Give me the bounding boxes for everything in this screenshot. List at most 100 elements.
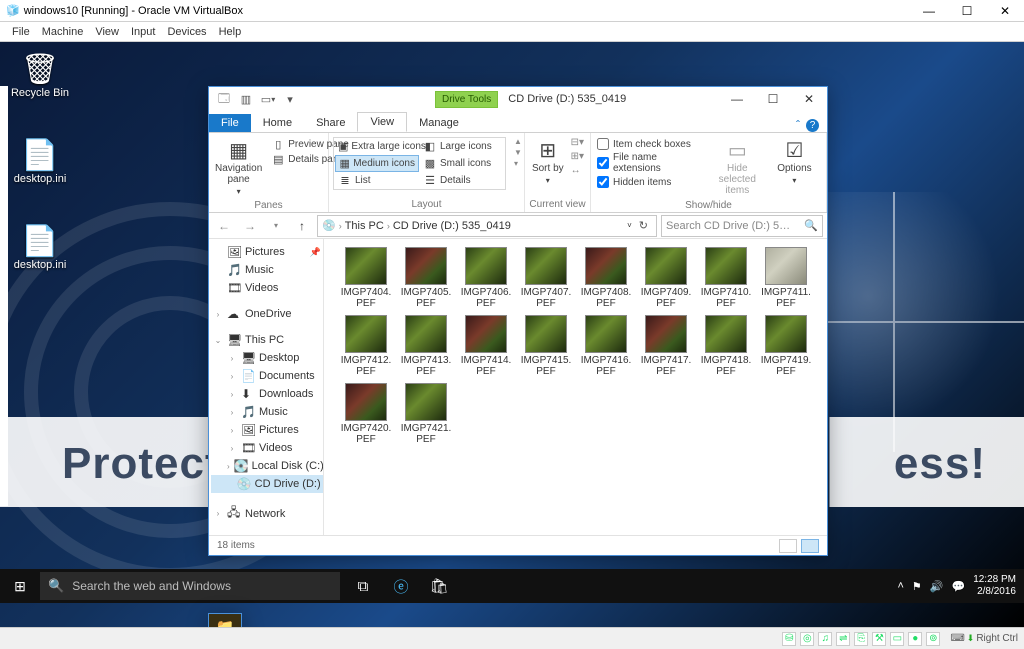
nav-cd-drive-d[interactable]: 💿CD Drive (D:) 535_0419	[211, 475, 323, 493]
explorer-minimize-button[interactable]: —	[719, 88, 755, 110]
file-item[interactable]: IMGP7414.PEF	[458, 315, 514, 377]
nav-recent-button[interactable]: ▾	[265, 215, 287, 237]
collapse-icon[interactable]: ⌄	[213, 336, 223, 345]
file-item[interactable]: IMGP7413.PEF	[398, 315, 454, 377]
nav-local-disk-c[interactable]: ›💽Local Disk (C:)	[211, 457, 323, 475]
nav-network[interactable]: ›🖧Network	[211, 501, 323, 526]
navigation-pane-button[interactable]: ▦ Navigation pane ▾	[215, 137, 262, 196]
vbox-menu-file[interactable]: File	[12, 26, 30, 38]
ribbon-collapse-icon[interactable]: ˆ	[796, 118, 800, 132]
file-item[interactable]: IMGP7412.PEF	[338, 315, 394, 377]
address-history-icon[interactable]: ˅	[627, 221, 632, 230]
navigation-pane[interactable]: 🖼Pictures📌 🎵Music 🎞Videos ›☁OneDrive ⌄🖥T…	[209, 239, 324, 535]
file-item[interactable]: IMGP7407.PEF	[518, 247, 574, 309]
file-item[interactable]: IMGP7405.PEF	[398, 247, 454, 309]
chevron-right-icon[interactable]: ›	[339, 221, 342, 231]
file-item[interactable]: IMGP7408.PEF	[578, 247, 634, 309]
search-icon[interactable]: 🔍	[804, 219, 818, 232]
vbox-hostkey-indicator[interactable]: ⌨⬇Right Ctrl	[950, 633, 1018, 644]
address-bar[interactable]: 💿 › This PC › CD Drive (D:) 535_0419 ˅ ↻	[317, 215, 657, 237]
group-by-icon[interactable]: ⊟▾	[571, 137, 584, 148]
tray-action-center-icon[interactable]: ⚑	[912, 580, 922, 593]
nav-music[interactable]: ›🎵Music	[211, 403, 323, 421]
nav-this-pc[interactable]: ⌄🖥This PC	[211, 331, 323, 349]
file-name-extensions-toggle[interactable]: File name extensions	[597, 151, 706, 175]
file-item[interactable]: IMGP7417.PEF	[638, 315, 694, 377]
file-item[interactable]: IMGP7409.PEF	[638, 247, 694, 309]
system-tray[interactable]: ˄ ⚑ 🔊 💬 12:28 PM 2/8/2016	[897, 574, 1024, 598]
options-button[interactable]: ☑ Options ▾	[769, 137, 820, 185]
nav-back-button[interactable]: ←	[213, 215, 235, 237]
file-ext-checkbox[interactable]	[597, 157, 609, 169]
qat-properties-icon[interactable]: ▥	[237, 90, 255, 108]
details-view-button[interactable]	[779, 539, 797, 553]
files-area[interactable]: IMGP7404.PEFIMGP7405.PEFIMGP7406.PEFIMGP…	[324, 239, 827, 535]
vbox-optical-led-icon[interactable]: ◎	[800, 632, 814, 646]
vbox-display-led-icon[interactable]: ▭	[890, 632, 904, 646]
nav-music[interactable]: 🎵Music	[211, 261, 323, 279]
file-explorer-window[interactable]: 🗔 ▥ ▭▾ ▾ Drive Tools CD Drive (D:) 535_0…	[208, 86, 828, 556]
start-button[interactable]: ⊞	[0, 578, 40, 595]
desktop-icon-recycle-bin[interactable]: 🗑 Recycle Bin	[8, 52, 72, 99]
qat-newfolder-icon[interactable]: ▭▾	[259, 90, 277, 108]
file-item[interactable]: IMGP7418.PEF	[698, 315, 754, 377]
task-view-button[interactable]: ⧉	[346, 572, 380, 600]
vbox-cpu-led-icon[interactable]: ⊚	[926, 632, 940, 646]
tray-volume-icon[interactable]: 🔊	[930, 580, 944, 593]
layout-scroll-down-icon[interactable]: ▼	[514, 148, 522, 157]
layout-list[interactable]: ≣List	[335, 173, 419, 188]
add-columns-icon[interactable]: ⊞▾	[571, 151, 584, 162]
desktop-icon-file[interactable]: 📄 desktop.ini	[8, 138, 72, 185]
chevron-right-icon[interactable]: ›	[387, 221, 390, 231]
help-icon[interactable]: ?	[806, 119, 819, 132]
vbox-maximize-button[interactable]: ☐	[948, 0, 986, 22]
pin-icon[interactable]: 📌	[310, 247, 321, 258]
taskbar-file-explorer[interactable]: 📁	[208, 613, 242, 627]
layout-medium[interactable]: ▦Medium icons	[335, 155, 419, 172]
layout-details[interactable]: ☰Details	[420, 173, 504, 188]
refresh-icon[interactable]: ↻	[635, 219, 652, 232]
explorer-close-button[interactable]: ✕	[791, 88, 827, 110]
file-item[interactable]: IMGP7410.PEF	[698, 247, 754, 309]
file-item[interactable]: IMGP7411.PEF	[758, 247, 814, 309]
item-check-checkbox[interactable]	[597, 138, 609, 150]
vbox-shared-led-icon[interactable]: ⚒	[872, 632, 886, 646]
taskbar-clock[interactable]: 12:28 PM 2/8/2016	[973, 574, 1016, 598]
vbox-hdd-led-icon[interactable]: ⛁	[782, 632, 796, 646]
breadcrumb-location[interactable]: CD Drive (D:) 535_0419	[393, 220, 511, 232]
nav-desktop[interactable]: ›🖥Desktop	[211, 349, 323, 367]
explorer-titlebar[interactable]: 🗔 ▥ ▭▾ ▾ Drive Tools CD Drive (D:) 535_0…	[209, 87, 827, 111]
file-item[interactable]: IMGP7421.PEF	[398, 383, 454, 445]
file-item[interactable]: IMGP7419.PEF	[758, 315, 814, 377]
vbox-menu-view[interactable]: View	[95, 26, 119, 38]
file-item[interactable]: IMGP7420.PEF	[338, 383, 394, 445]
nav-downloads[interactable]: ›⬇Downloads	[211, 385, 323, 403]
layout-gallery[interactable]: ▣Extra large icons ◧Large icons ▦Medium …	[333, 137, 506, 190]
tab-share[interactable]: Share	[304, 114, 357, 132]
vbox-menu-devices[interactable]: Devices	[167, 26, 206, 38]
layout-extra-large[interactable]: ▣Extra large icons	[335, 139, 419, 154]
nav-onedrive[interactable]: ›☁OneDrive	[211, 305, 323, 323]
taskbar-search[interactable]: 🔍 Search the web and Windows	[40, 572, 340, 600]
explorer-maximize-button[interactable]: ☐	[755, 88, 791, 110]
vbox-audio-led-icon[interactable]: ♫	[818, 632, 832, 646]
vbox-menu-machine[interactable]: Machine	[42, 26, 84, 38]
layout-more-icon[interactable]: ▾	[514, 159, 522, 168]
expand-icon[interactable]: ›	[213, 310, 223, 319]
tab-manage[interactable]: Manage	[407, 114, 471, 132]
hidden-items-checkbox[interactable]	[597, 176, 609, 188]
vbox-network-led-icon[interactable]: ⇌	[836, 632, 850, 646]
vbox-close-button[interactable]: ✕	[986, 0, 1024, 22]
nav-videos[interactable]: 🎞Videos	[211, 279, 323, 297]
sort-by-button[interactable]: ⊞ Sort by ▾	[531, 137, 565, 185]
nav-documents[interactable]: ›📄Documents	[211, 367, 323, 385]
thumbnails-view-button[interactable]	[801, 539, 819, 553]
vbox-minimize-button[interactable]: —	[910, 0, 948, 22]
file-item[interactable]: IMGP7404.PEF	[338, 247, 394, 309]
nav-up-button[interactable]: ↑	[291, 215, 313, 237]
nav-pictures[interactable]: 🖼Pictures📌	[211, 243, 323, 261]
tab-home[interactable]: Home	[251, 114, 304, 132]
vm-guest-desktop[interactable]: Protect ess! 🗑 Recycle Bin 📄 desktop.ini…	[0, 42, 1024, 627]
tray-notifications-icon[interactable]: 💬	[951, 580, 965, 593]
qat-icon-explorer[interactable]: 🗔	[215, 90, 233, 108]
